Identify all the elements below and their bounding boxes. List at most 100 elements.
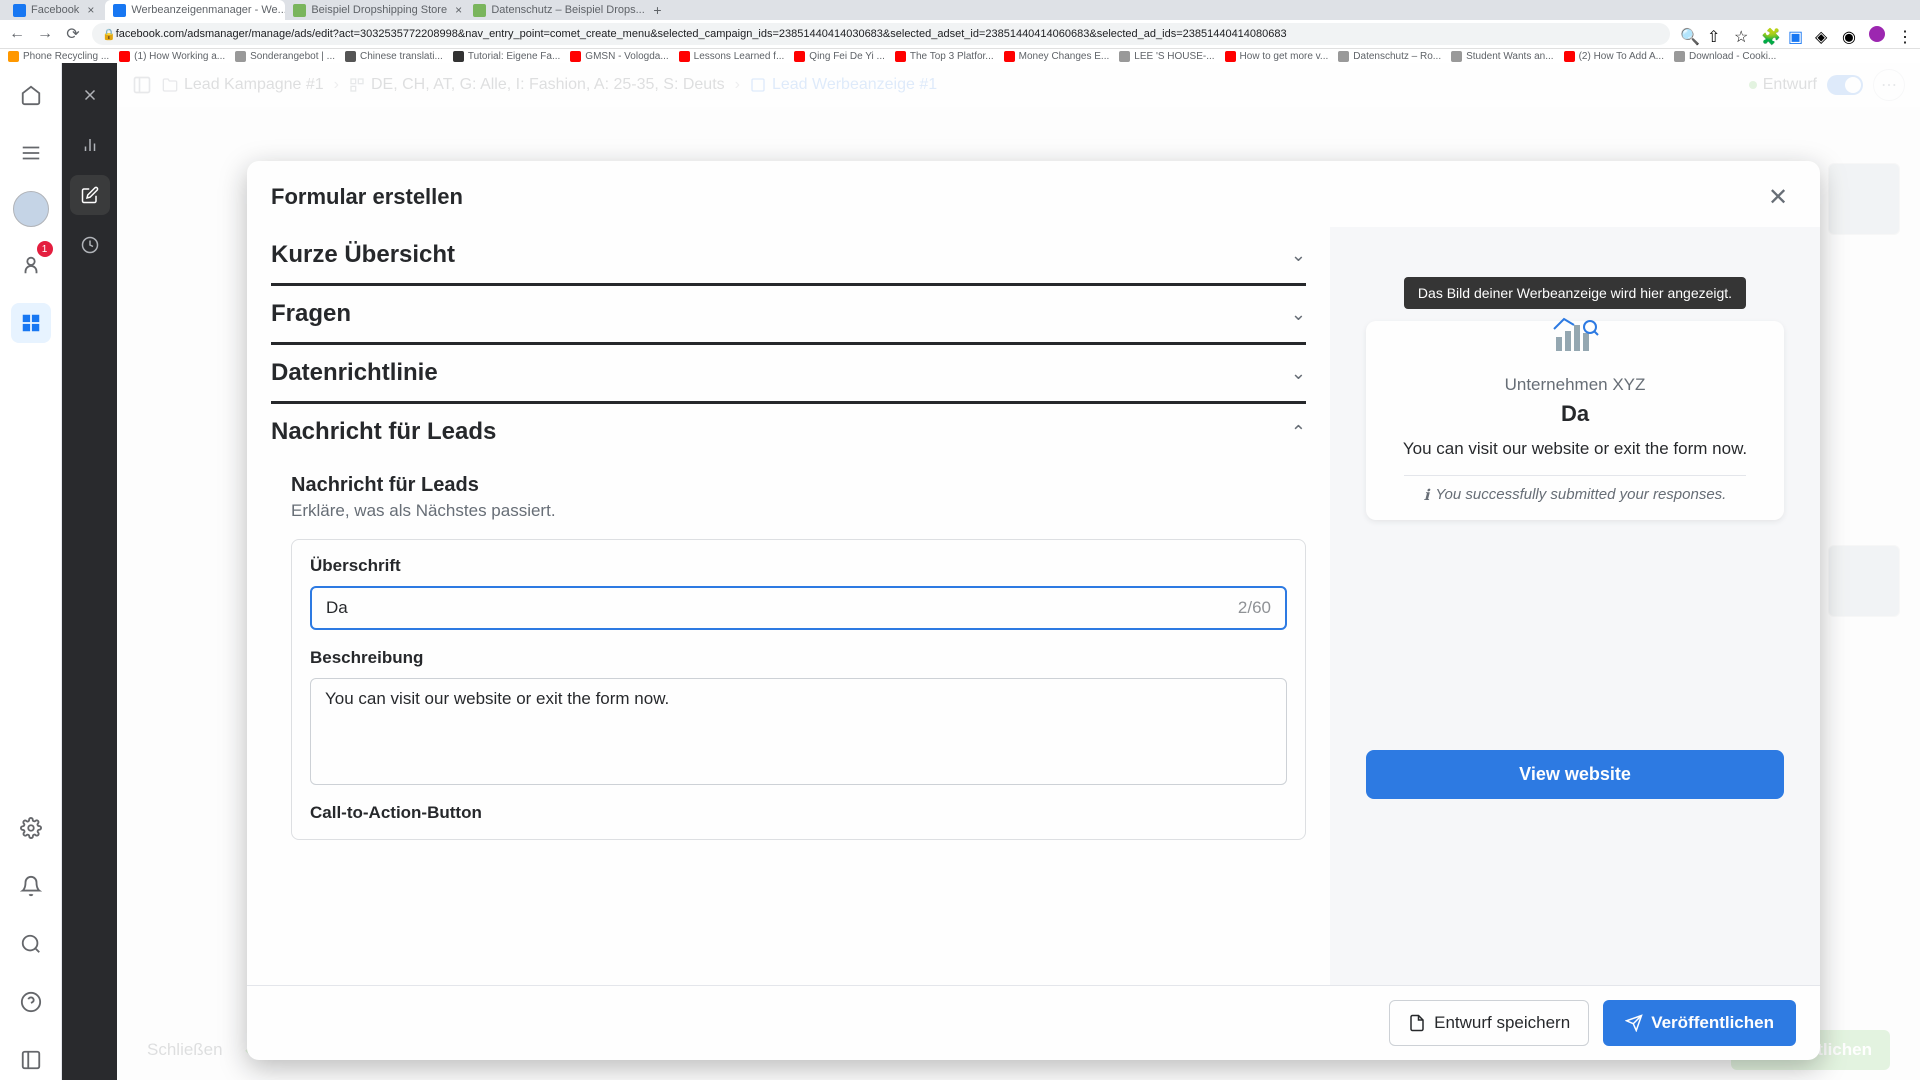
bookmark[interactable]: Student Wants an... [1451, 51, 1553, 62]
bookmark[interactable]: Chinese translati... [345, 51, 443, 62]
chart-icon[interactable] [70, 125, 110, 165]
preview-confirmation: ℹYou successfully submitted your respons… [1386, 486, 1764, 504]
bookmark-icon [1564, 51, 1575, 62]
description-textarea[interactable] [325, 689, 1272, 769]
back-icon[interactable]: ← [8, 25, 26, 43]
bookmark-icon [235, 51, 246, 62]
bookmark-icon [895, 51, 906, 62]
bookmark[interactable]: (1) How Working a... [119, 51, 225, 62]
extension-icon[interactable]: ◈ [1815, 27, 1830, 42]
bookmark-icon [1004, 51, 1015, 62]
bookmark-icon [570, 51, 581, 62]
bookmark[interactable]: Sonderangebot | ... [235, 51, 335, 62]
close-icon[interactable]: × [452, 3, 465, 17]
help-icon[interactable] [11, 982, 51, 1022]
save-draft-button[interactable]: Entwurf speichern [1389, 1000, 1589, 1046]
form-column: Kurze Übersicht ⌄ Fragen ⌄ Datenrichtlin… [247, 227, 1330, 985]
bookmark[interactable]: Qing Fei De Yi ... [794, 51, 885, 62]
star-icon[interactable]: ☆ [1734, 27, 1749, 42]
bookmark[interactable]: (2) How To Add A... [1564, 51, 1664, 62]
avatar[interactable] [13, 191, 49, 227]
preview-column: Das Bild deiner Werbeanzeige wird hier a… [1330, 227, 1820, 985]
bookmark-icon [1225, 51, 1236, 62]
toolbar-icons: 🔍 ⇧ ☆ 🧩 ▣ ◈ ◉ ⋮ [1680, 26, 1912, 42]
ads-manager-icon[interactable] [11, 303, 51, 343]
headline-input[interactable] [326, 598, 1238, 618]
shopify-icon [473, 4, 486, 17]
bell-icon[interactable] [11, 866, 51, 906]
bookmark-icon [119, 51, 130, 62]
browser-tab-active[interactable]: Werbeanzeigenmanager - We...× [105, 0, 285, 20]
preview-cta-button[interactable]: View website [1366, 750, 1784, 799]
bookmark[interactable]: The Top 3 Platfor... [895, 51, 994, 62]
bookmark[interactable]: Lessons Learned f... [679, 51, 785, 62]
browser-tab[interactable]: Beispiel Dropshipping Store× [285, 0, 465, 20]
gear-icon[interactable] [11, 808, 51, 848]
chevron-up-icon: ⌃ [1291, 422, 1306, 443]
browser-tab[interactable]: Datenschutz – Beispiel Drops...× [465, 0, 645, 20]
char-count: 2/60 [1238, 598, 1271, 618]
edit-icon[interactable] [70, 175, 110, 215]
notification-badge: 1 [37, 241, 53, 257]
preview-banner: Das Bild deiner Werbeanzeige wird hier a… [1404, 277, 1746, 309]
search-icon[interactable] [11, 924, 51, 964]
bookmark-icon [1451, 51, 1462, 62]
browser-tab[interactable]: Facebook× [5, 0, 105, 20]
close-panel-icon[interactable] [70, 75, 110, 115]
extension-icon[interactable]: 🧩 [1761, 27, 1776, 42]
hamburger-icon[interactable] [11, 133, 51, 173]
description-label: Beschreibung [310, 648, 1287, 668]
modal-footer: Entwurf speichern Veröffentlichen [247, 985, 1820, 1060]
bookmark[interactable]: Phone Recycling ... [8, 51, 109, 62]
menu-icon[interactable]: ⋮ [1897, 27, 1912, 42]
reload-icon[interactable]: ⟳ [64, 25, 82, 43]
bookmark[interactable]: Download - Cooki... [1674, 51, 1776, 62]
bookmark[interactable]: Tutorial: Eigene Fa... [453, 51, 560, 62]
bookmark[interactable]: LEE 'S HOUSE-... [1119, 51, 1214, 62]
accordion-questions[interactable]: Fragen ⌄ [271, 286, 1306, 345]
completion-section: Nachricht für Leads Erkläre, was als Näc… [271, 460, 1306, 840]
fb-pixel-icon[interactable]: ▣ [1788, 27, 1803, 42]
bookmark[interactable]: Money Changes E... [1004, 51, 1110, 62]
bookmark-icon [1338, 51, 1349, 62]
forward-icon[interactable]: → [36, 25, 54, 43]
history-icon[interactable] [70, 225, 110, 265]
url-field[interactable]: 🔒 facebook.com/adsmanager/manage/ads/edi… [92, 23, 1670, 45]
audiences-icon[interactable]: 1 [11, 245, 51, 285]
headline-input-wrap: 2/60 [310, 586, 1287, 630]
profile-icon[interactable] [1869, 26, 1885, 42]
close-icon[interactable]: × [84, 3, 97, 17]
share-icon[interactable]: ⇧ [1707, 27, 1722, 42]
bookmark[interactable]: Datenschutz – Ro... [1338, 51, 1441, 62]
facebook-icon [13, 4, 26, 17]
home-icon[interactable] [11, 75, 51, 115]
accordion-completion[interactable]: Nachricht für Leads ⌃ [271, 404, 1306, 460]
modal-body: Kurze Übersicht ⌄ Fragen ⌄ Datenrichtlin… [247, 227, 1820, 985]
form-builder-modal: Formular erstellen ✕ Kurze Übersicht ⌄ F… [247, 161, 1820, 1060]
facebook-icon [113, 4, 126, 17]
bookmark-icon [8, 51, 19, 62]
collapse-icon[interactable] [11, 1040, 51, 1080]
new-tab-button[interactable]: + [645, 2, 669, 18]
bookmark[interactable]: GMSN - Vologda... [570, 51, 668, 62]
bookmark-icon [794, 51, 805, 62]
accordion-overview[interactable]: Kurze Übersicht ⌄ [271, 227, 1306, 286]
chevron-down-icon: ⌄ [1291, 304, 1306, 325]
info-icon: ℹ [1424, 486, 1430, 504]
app-shell: 1 Lead Kampagne #1 › DE, CH, AT, G: Alle… [0, 63, 1920, 1080]
headline-label: Überschrift [310, 556, 1287, 576]
close-icon[interactable]: ✕ [1760, 179, 1796, 215]
publish-button[interactable]: Veröffentlichen [1603, 1000, 1796, 1046]
chart-icon [1550, 311, 1600, 351]
section-subtitle: Nachricht für Leads [291, 474, 1306, 497]
section-description: Erkläre, was als Nächstes passiert. [291, 501, 1306, 521]
magnify-icon[interactable]: 🔍 [1680, 27, 1695, 42]
bookmark-icon [679, 51, 690, 62]
send-icon [1625, 1014, 1643, 1032]
accordion-privacy[interactable]: Datenrichtlinie ⌄ [271, 345, 1306, 404]
extension-icon[interactable]: ◉ [1842, 27, 1857, 42]
bookmark[interactable]: How to get more v... [1225, 51, 1329, 62]
document-icon [1408, 1014, 1426, 1032]
browser-tab-bar: Facebook× Werbeanzeigenmanager - We...× … [0, 0, 1920, 20]
chevron-down-icon: ⌄ [1291, 245, 1306, 266]
